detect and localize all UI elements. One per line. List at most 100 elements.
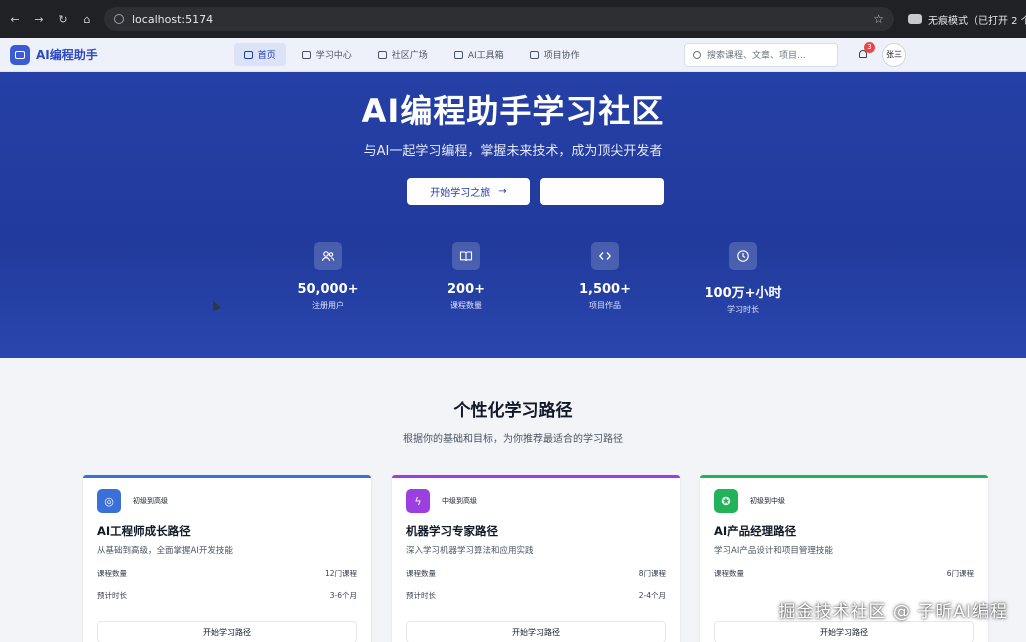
book-icon bbox=[452, 242, 480, 270]
logo-text: AI编程助手 bbox=[36, 48, 98, 62]
card-row-courses: 课程数量 6门课程 bbox=[714, 568, 974, 579]
row-value: 6门课程 bbox=[946, 569, 974, 578]
stat-courses: 200+ 课程数量 bbox=[406, 242, 526, 311]
stat-value: 1,500+ bbox=[578, 282, 631, 297]
card-title: AI产品经理路径 bbox=[714, 524, 797, 538]
card-row-duration: 预计时长 3-6个月 bbox=[97, 590, 357, 601]
award-icon: ✪ bbox=[714, 489, 738, 513]
lightning-icon: ϟ bbox=[406, 489, 430, 513]
nav-tab-label: 学习中心 bbox=[315, 51, 352, 61]
stat-label: 学习时长 bbox=[727, 305, 759, 314]
start-path-button[interactable]: 开始学习路径 bbox=[406, 621, 666, 642]
incognito-indicator[interactable]: 无痕模式（已打开 2 个窗 bbox=[908, 12, 1026, 27]
card-desc: 学习AI产品设计和项目管理技能 bbox=[714, 546, 833, 556]
search-icon bbox=[693, 50, 701, 59]
stat-label: 注册用户 bbox=[312, 301, 344, 310]
back-icon[interactable]: ← bbox=[8, 13, 22, 26]
card-head: ◎ 初级到高级 bbox=[97, 489, 357, 513]
stat-label: 课程数量 bbox=[450, 301, 482, 310]
incognito-label: 无痕模式（已打开 2 个窗 bbox=[928, 15, 1026, 27]
row-value: 3-6个月 bbox=[329, 591, 357, 600]
clock-icon bbox=[729, 242, 757, 270]
stat-value: 50,000+ bbox=[297, 282, 359, 297]
nav-tab-label: 首页 bbox=[257, 51, 276, 61]
card-row-courses: 课程数量 8门课程 bbox=[406, 568, 666, 579]
bot-icon bbox=[453, 50, 463, 59]
card-accent-bar bbox=[700, 475, 988, 478]
logo[interactable]: AI编程助手 bbox=[10, 44, 98, 65]
stat-value: 200+ bbox=[446, 282, 486, 297]
start-path-button[interactable]: 开始学习路径 bbox=[97, 621, 357, 642]
card-row-courses: 课程数量 12门课程 bbox=[97, 568, 357, 579]
nav-tab-home[interactable]: 首页 bbox=[233, 43, 286, 66]
address-bar[interactable]: localhost:5174 ☆ bbox=[104, 7, 894, 31]
hero-section: AI编程助手学习社区 与AI一起学习编程，掌握未来技术，成为顶尖开发者 开始学习… bbox=[0, 72, 1026, 358]
target-icon: ◎ bbox=[97, 489, 121, 513]
card-desc: 深入学习机器学习算法和应用实践 bbox=[406, 546, 534, 556]
start-learning-label: 开始学习之旅 bbox=[430, 188, 491, 199]
watermark: 掘金技术社区 @ 子昕AI编程 bbox=[778, 602, 1008, 622]
start-learning-button[interactable]: 开始学习之旅 → bbox=[407, 178, 530, 205]
url-text: localhost:5174 bbox=[132, 12, 214, 26]
row-label: 课程数量 bbox=[97, 569, 127, 578]
stat-users: 50,000+ 注册用户 bbox=[268, 242, 388, 311]
card-row-duration: 预计时长 2-4个月 bbox=[406, 590, 666, 601]
card-head: ✪ 初级到中级 bbox=[714, 489, 974, 513]
stat-value: 100万+小时 bbox=[704, 286, 782, 301]
row-label: 预计时长 bbox=[97, 591, 127, 600]
search-placeholder: 搜索课程、文章、项目... bbox=[707, 51, 806, 61]
stat-hours: 100万+小时 学习时长 bbox=[683, 242, 803, 315]
card-desc: 从基础到高级，全面掌握AI开发技能 bbox=[97, 546, 233, 556]
hero-subtitle: 与AI一起学习编程，掌握未来技术，成为顶尖开发者 bbox=[363, 144, 663, 159]
app-header: AI编程助手 首页 学习中心 社区广场 AI工具箱 项目协作 搜索课程、文章、项… bbox=[0, 38, 1026, 72]
arrow-right-icon: → bbox=[498, 186, 507, 197]
book-icon bbox=[301, 50, 311, 59]
card-level: 初级到高级 bbox=[133, 497, 168, 505]
row-value: 12门课程 bbox=[324, 569, 357, 578]
card-level: 初级到中级 bbox=[750, 497, 785, 505]
folder-icon bbox=[529, 50, 539, 59]
card-accent-bar bbox=[83, 475, 371, 478]
home-icon[interactable]: ⌂ bbox=[80, 13, 94, 26]
user-avatar[interactable]: 张三 bbox=[882, 42, 906, 67]
row-value: 2-4个月 bbox=[638, 591, 666, 600]
start-path-button[interactable]: 开始学习路径 bbox=[714, 621, 974, 642]
logo-icon bbox=[10, 44, 30, 65]
stat-projects: 1,500+ 项目作品 bbox=[545, 242, 665, 311]
notification-button[interactable]: 3 bbox=[856, 41, 875, 62]
home-icon bbox=[243, 50, 253, 59]
incognito-icon bbox=[908, 14, 922, 24]
path-card-ai-engineer: ◎ 初级到高级 AI工程师成长路径 从基础到高级，全面掌握AI开发技能 课程数量… bbox=[83, 475, 371, 642]
card-accent-bar bbox=[392, 475, 680, 478]
path-card-ml-expert: ϟ 中级到高级 机器学习专家路径 深入学习机器学习算法和应用实践 课程数量 8门… bbox=[392, 475, 680, 642]
nav-tab-label: 项目协作 bbox=[543, 51, 580, 61]
card-title: 机器学习专家路径 bbox=[406, 524, 498, 538]
card-level: 中级到高级 bbox=[442, 497, 477, 505]
section-subtitle: 根据你的基础和目标，为你推荐最适合的学习路径 bbox=[403, 434, 623, 445]
search-input[interactable]: 搜索课程、文章、项目... bbox=[684, 42, 838, 67]
nav-tab-learning[interactable]: 学习中心 bbox=[292, 43, 362, 66]
section-title: 个性化学习路径 bbox=[453, 401, 573, 421]
browser-chrome: ← → ↻ ⌂ localhost:5174 ☆ 无痕模式（已打开 2 个窗 bbox=[0, 0, 1026, 38]
users-icon bbox=[314, 242, 342, 270]
browser-nav: ← → ↻ ⌂ bbox=[8, 13, 94, 26]
notification-badge: 3 bbox=[864, 41, 875, 53]
card-title: AI工程师成长路径 bbox=[97, 524, 191, 538]
row-label: 预计时长 bbox=[406, 591, 436, 600]
reload-icon[interactable]: ↻ bbox=[56, 13, 70, 26]
nav-tab-projects[interactable]: 项目协作 bbox=[520, 43, 590, 66]
bookmark-star-icon[interactable]: ☆ bbox=[873, 12, 884, 26]
users-icon bbox=[377, 50, 387, 59]
row-label: 课程数量 bbox=[714, 569, 744, 578]
nav-tab-label: 社区广场 bbox=[391, 51, 428, 61]
nav-tab-ai-tools[interactable]: AI工具箱 bbox=[444, 43, 514, 66]
stat-label: 项目作品 bbox=[589, 301, 621, 310]
forward-icon[interactable]: → bbox=[32, 13, 46, 26]
site-info-icon[interactable] bbox=[114, 14, 124, 24]
card-head: ϟ 中级到高级 bbox=[406, 489, 666, 513]
row-label: 课程数量 bbox=[406, 569, 436, 578]
code-icon bbox=[591, 242, 619, 270]
nav-tab-community[interactable]: 社区广场 bbox=[368, 43, 438, 66]
secondary-button[interactable] bbox=[540, 178, 664, 205]
main-nav: 首页 学习中心 社区广场 AI工具箱 项目协作 bbox=[233, 43, 590, 66]
